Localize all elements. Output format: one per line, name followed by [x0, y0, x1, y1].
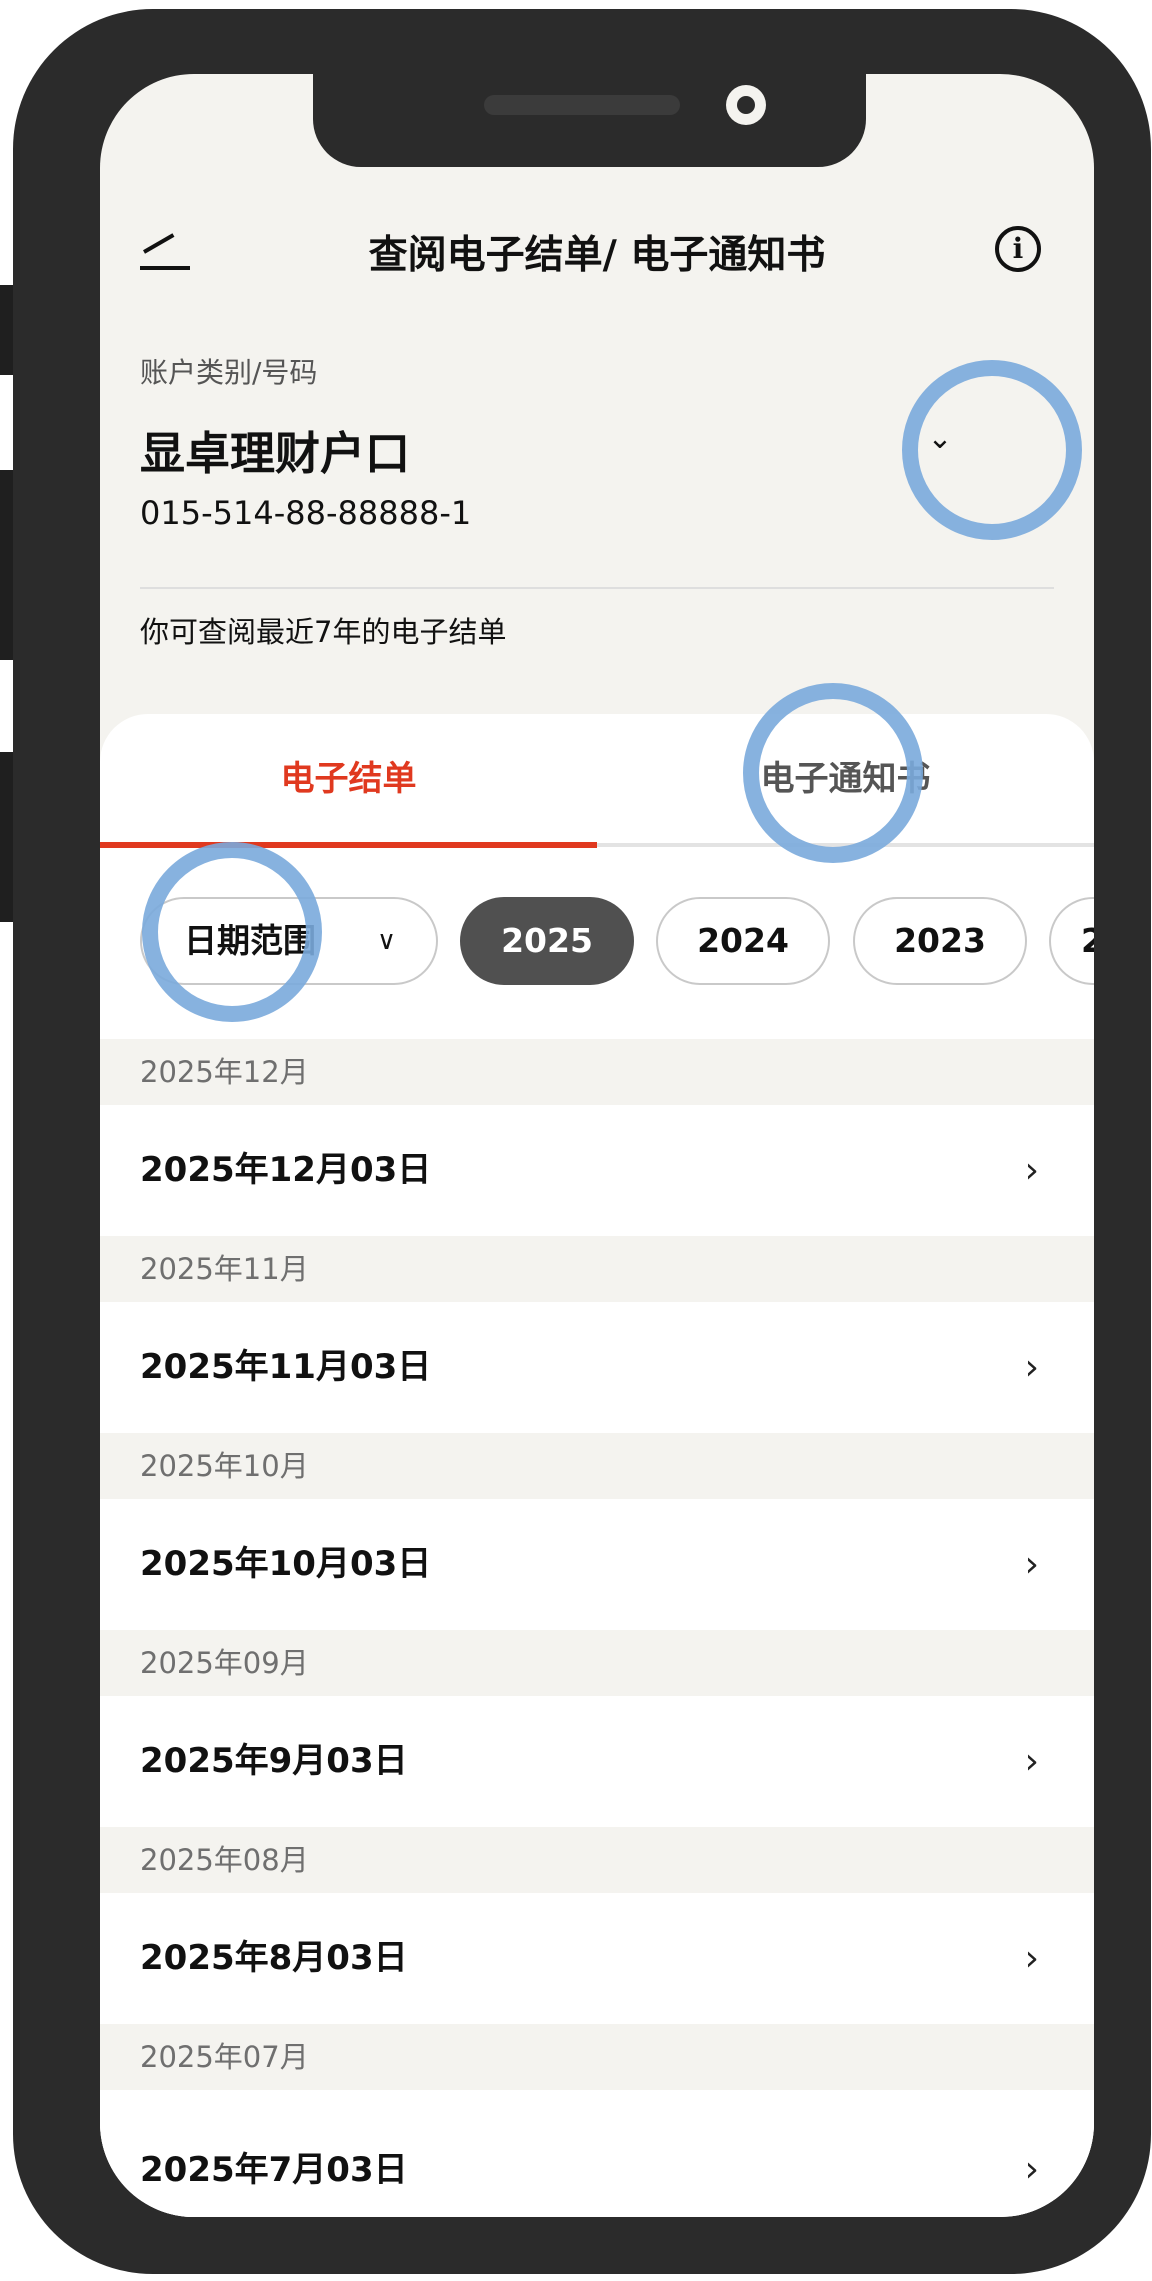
statement-item[interactable]: 2025年9月03日 ›: [100, 1696, 1094, 1827]
year-chip-2024[interactable]: 2024: [656, 897, 830, 985]
month-header: 2025年12月: [100, 1039, 1094, 1105]
statement-date: 2025年12月03日: [140, 1150, 432, 1190]
month-header: 2025年11月: [100, 1236, 1094, 1302]
chevron-right-icon: ›: [1024, 1544, 1039, 1585]
info-circle-icon[interactable]: i: [995, 226, 1041, 272]
phone-notch: [313, 74, 866, 167]
year-filter-row: 日期范围 ∨ 2025 2024 2023 2: [100, 897, 1094, 989]
tab-e-notice[interactable]: 电子通知书: [597, 714, 1094, 849]
tab-active-indicator: [100, 842, 597, 848]
month-header: 2025年09月: [100, 1630, 1094, 1696]
chevron-right-icon: ›: [1024, 2149, 1039, 2190]
divider: [140, 587, 1054, 589]
date-range-filter[interactable]: 日期范围 ∨: [140, 897, 438, 985]
statement-date: 2025年9月03日: [140, 1741, 408, 1781]
month-header: 2025年08月: [100, 1827, 1094, 1893]
year-chip-2023[interactable]: 2023: [853, 897, 1027, 985]
statement-item[interactable]: 2025年12月03日 ›: [100, 1105, 1094, 1236]
account-name: 显卓理财户口: [140, 427, 411, 480]
account-number: 015-514-88-88888-1: [140, 494, 472, 532]
phone-frame: 查阅电子结单/ 电子通知书 i 账户类别/号码 显卓理财户口 015-514-8…: [13, 9, 1151, 2274]
speaker-grille: [484, 95, 680, 115]
statement-date: 2025年11月03日: [140, 1347, 432, 1387]
statement-item[interactable]: 2025年8月03日 ›: [100, 1893, 1094, 2024]
statement-date: 2025年8月03日: [140, 1938, 408, 1978]
statement-card: 电子结单 电子通知书 日期范围 ∨ 2025 2024 2023 2 2025年…: [100, 714, 1094, 2217]
month-header: 2025年07月: [100, 2024, 1094, 2090]
chevron-right-icon: ›: [1024, 1741, 1039, 1782]
statement-item[interactable]: 2025年7月03日 ›: [100, 2090, 1094, 2217]
phone-screen: 查阅电子结单/ 电子通知书 i 账户类别/号码 显卓理财户口 015-514-8…: [100, 74, 1094, 2217]
camera-icon: [726, 85, 766, 125]
statement-date: 2025年7月03日: [140, 2150, 408, 2190]
date-range-label: 日期范围: [184, 921, 316, 960]
month-header: 2025年10月: [100, 1433, 1094, 1499]
year-chip-partial[interactable]: 2: [1049, 897, 1094, 985]
statement-list: 2025年12月 2025年12月03日 › 2025年11月 2025年11月…: [100, 1039, 1094, 2217]
chevron-right-icon: ›: [1024, 1150, 1039, 1191]
chevron-right-icon: ›: [1024, 1347, 1039, 1388]
page-title: 查阅电子结单/ 电子通知书: [368, 233, 826, 278]
account-type-label: 账户类别/号码: [140, 356, 318, 389]
retention-note: 你可查阅最近7年的电子结单: [140, 615, 507, 649]
statement-date: 2025年10月03日: [140, 1544, 432, 1584]
chevron-right-icon: ›: [1024, 1938, 1039, 1979]
back-arrow-icon[interactable]: [140, 233, 200, 284]
chevron-down-icon[interactable]: ⌄: [915, 414, 965, 464]
year-chip-2025[interactable]: 2025: [460, 897, 634, 985]
statement-item[interactable]: 2025年11月03日 ›: [100, 1302, 1094, 1433]
chevron-down-icon: ∨: [376, 926, 396, 956]
tab-e-statement[interactable]: 电子结单: [100, 714, 597, 849]
statement-item[interactable]: 2025年10月03日 ›: [100, 1499, 1094, 1630]
